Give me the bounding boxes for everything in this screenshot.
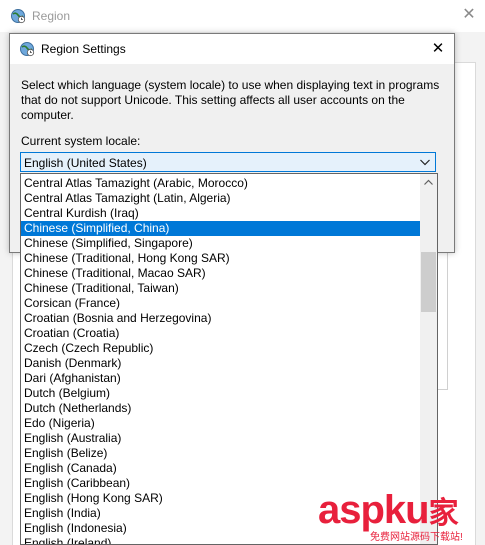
dialog-title: Region Settings [41,42,126,56]
list-item[interactable]: English (Belize) [21,446,420,461]
watermark-brand-text: aspku [318,488,430,532]
list-item[interactable]: Central Atlas Tamazight (Latin, Algeria) [21,191,420,206]
combo-selected-value: English (United States) [24,156,147,170]
watermark-suffix: 家 [428,497,459,530]
watermark-logo: aspku家 免费网站源码下载站! [318,488,485,545]
watermark-tagline: 免费网站源码下载站! [370,532,463,543]
globe-clock-icon [20,42,35,57]
list-item[interactable]: Chinese (Simplified, China) [21,221,420,236]
dialog-description: Select which language (system locale) to… [21,78,440,122]
list-item[interactable]: Central Atlas Tamazight (Arabic, Morocco… [21,176,420,191]
chevron-down-icon[interactable] [417,154,433,170]
scrollbar-thumb[interactable] [421,252,436,312]
chevron-up-icon[interactable] [420,174,437,191]
list-item[interactable]: Chinese (Traditional, Macao SAR) [21,266,420,281]
list-item[interactable]: Chinese (Traditional, Hong Kong SAR) [21,251,420,266]
list-item[interactable]: Dutch (Belgium) [21,386,420,401]
close-icon[interactable]: ✕ [428,39,448,59]
list-item[interactable]: Edo (Nigeria) [21,416,420,431]
list-item[interactable]: English (Canada) [21,461,420,476]
close-icon[interactable]: ✕ [460,6,478,24]
list-item[interactable]: Croatian (Bosnia and Herzegovina) [21,311,420,326]
list-item[interactable]: Dari (Afghanistan) [21,371,420,386]
region-titlebar: Region ✕ [0,0,485,32]
system-locale-combobox[interactable]: English (United States) [20,152,436,172]
list-item[interactable]: Danish (Denmark) [21,356,420,371]
list-item[interactable]: Dutch (Netherlands) [21,401,420,416]
list-item[interactable]: Corsican (France) [21,296,420,311]
current-locale-label: Current system locale: [21,134,141,148]
list-item[interactable]: Chinese (Simplified, Singapore) [21,236,420,251]
dialog-titlebar: Region Settings ✕ [10,34,454,64]
list-item[interactable]: English (Australia) [21,431,420,446]
list-item[interactable]: Central Kurdish (Iraq) [21,206,420,221]
list-item[interactable]: Czech (Czech Republic) [21,341,420,356]
globe-clock-icon [11,9,26,24]
list-item[interactable]: Chinese (Traditional, Taiwan) [21,281,420,296]
region-window-title: Region [32,9,71,23]
list-item[interactable]: Croatian (Croatia) [21,326,420,341]
